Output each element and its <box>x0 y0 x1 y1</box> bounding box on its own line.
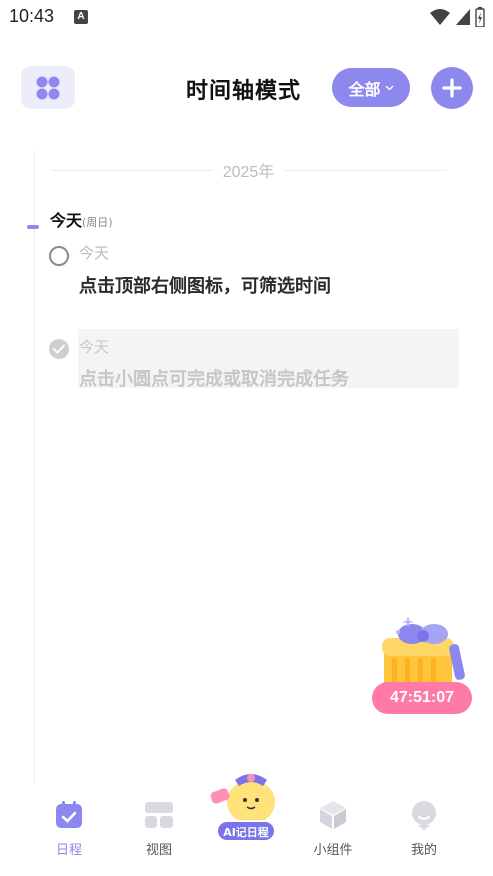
task-item-completed[interactable]: 今天 点击小圆点可完成或取消完成任务 <box>49 329 459 390</box>
day-marker <box>27 225 39 229</box>
ai-schedule-label: AI记日程 <box>216 820 276 842</box>
wifi-icon <box>430 9 450 25</box>
day-label: 今天(周日) <box>50 207 113 231</box>
day-weekday: (周日) <box>82 216 113 229</box>
task-complete-toggle[interactable] <box>49 339 69 359</box>
year-label: 2025年 <box>222 164 275 181</box>
status-bar: 10:43 A <box>0 0 493 34</box>
task-title: 点击顶部右侧图标，可筛选时间 <box>79 276 331 297</box>
nav-label: 视图 <box>145 843 172 858</box>
status-time: 10:43 <box>9 6 55 26</box>
add-button[interactable] <box>431 67 473 109</box>
year-divider-line <box>284 169 447 171</box>
status-icons <box>429 7 485 27</box>
nav-item-view[interactable]: 视图 <box>124 800 194 858</box>
notification-badge: A <box>74 10 88 24</box>
layout-icon <box>144 800 174 830</box>
battery-icon <box>475 7 485 27</box>
task-complete-toggle[interactable] <box>49 246 69 266</box>
nav-label: 我的 <box>410 843 437 858</box>
nav-item-widgets[interactable]: 小组件 <box>298 800 368 858</box>
task-item[interactable]: 今天 点击顶部右侧图标，可筛选时间 <box>49 239 459 301</box>
filter-button[interactable]: 全部 <box>332 68 410 107</box>
filter-label: 全部 <box>348 79 381 99</box>
task-date: 今天 <box>79 244 110 262</box>
bottom-nav: 日程 视图 AI记日程 小组件 我的 <box>0 774 493 876</box>
chevron-down-icon <box>385 85 393 90</box>
day-name: 今天 <box>50 211 83 230</box>
nav-item-profile[interactable]: 我的 <box>389 800 459 858</box>
calendar-icon <box>54 800 84 830</box>
page-title: 时间轴模式 <box>186 79 302 104</box>
nav-item-schedule[interactable]: 日程 <box>34 800 104 858</box>
cube-icon <box>318 800 348 830</box>
plus-icon <box>442 78 462 98</box>
checkmark-icon <box>53 344 65 354</box>
countdown-badge: 47:51:07 <box>372 682 472 714</box>
signal-icon <box>456 9 470 25</box>
gift-widget[interactable]: 47:51:07 <box>372 614 474 716</box>
profile-icon <box>409 800 439 830</box>
year-divider-line <box>51 169 213 171</box>
menu-button[interactable] <box>21 66 75 109</box>
task-date: 今天 <box>79 338 110 356</box>
nav-item-ai-schedule[interactable]: AI记日程 <box>205 772 285 848</box>
nav-label: 小组件 <box>313 843 353 858</box>
nav-label: 日程 <box>55 843 82 858</box>
timeline-line <box>34 150 35 782</box>
year-divider: 2025年 <box>51 158 447 182</box>
grid-icon <box>36 76 60 99</box>
task-title: 点击小圆点可完成或取消完成任务 <box>79 369 349 390</box>
